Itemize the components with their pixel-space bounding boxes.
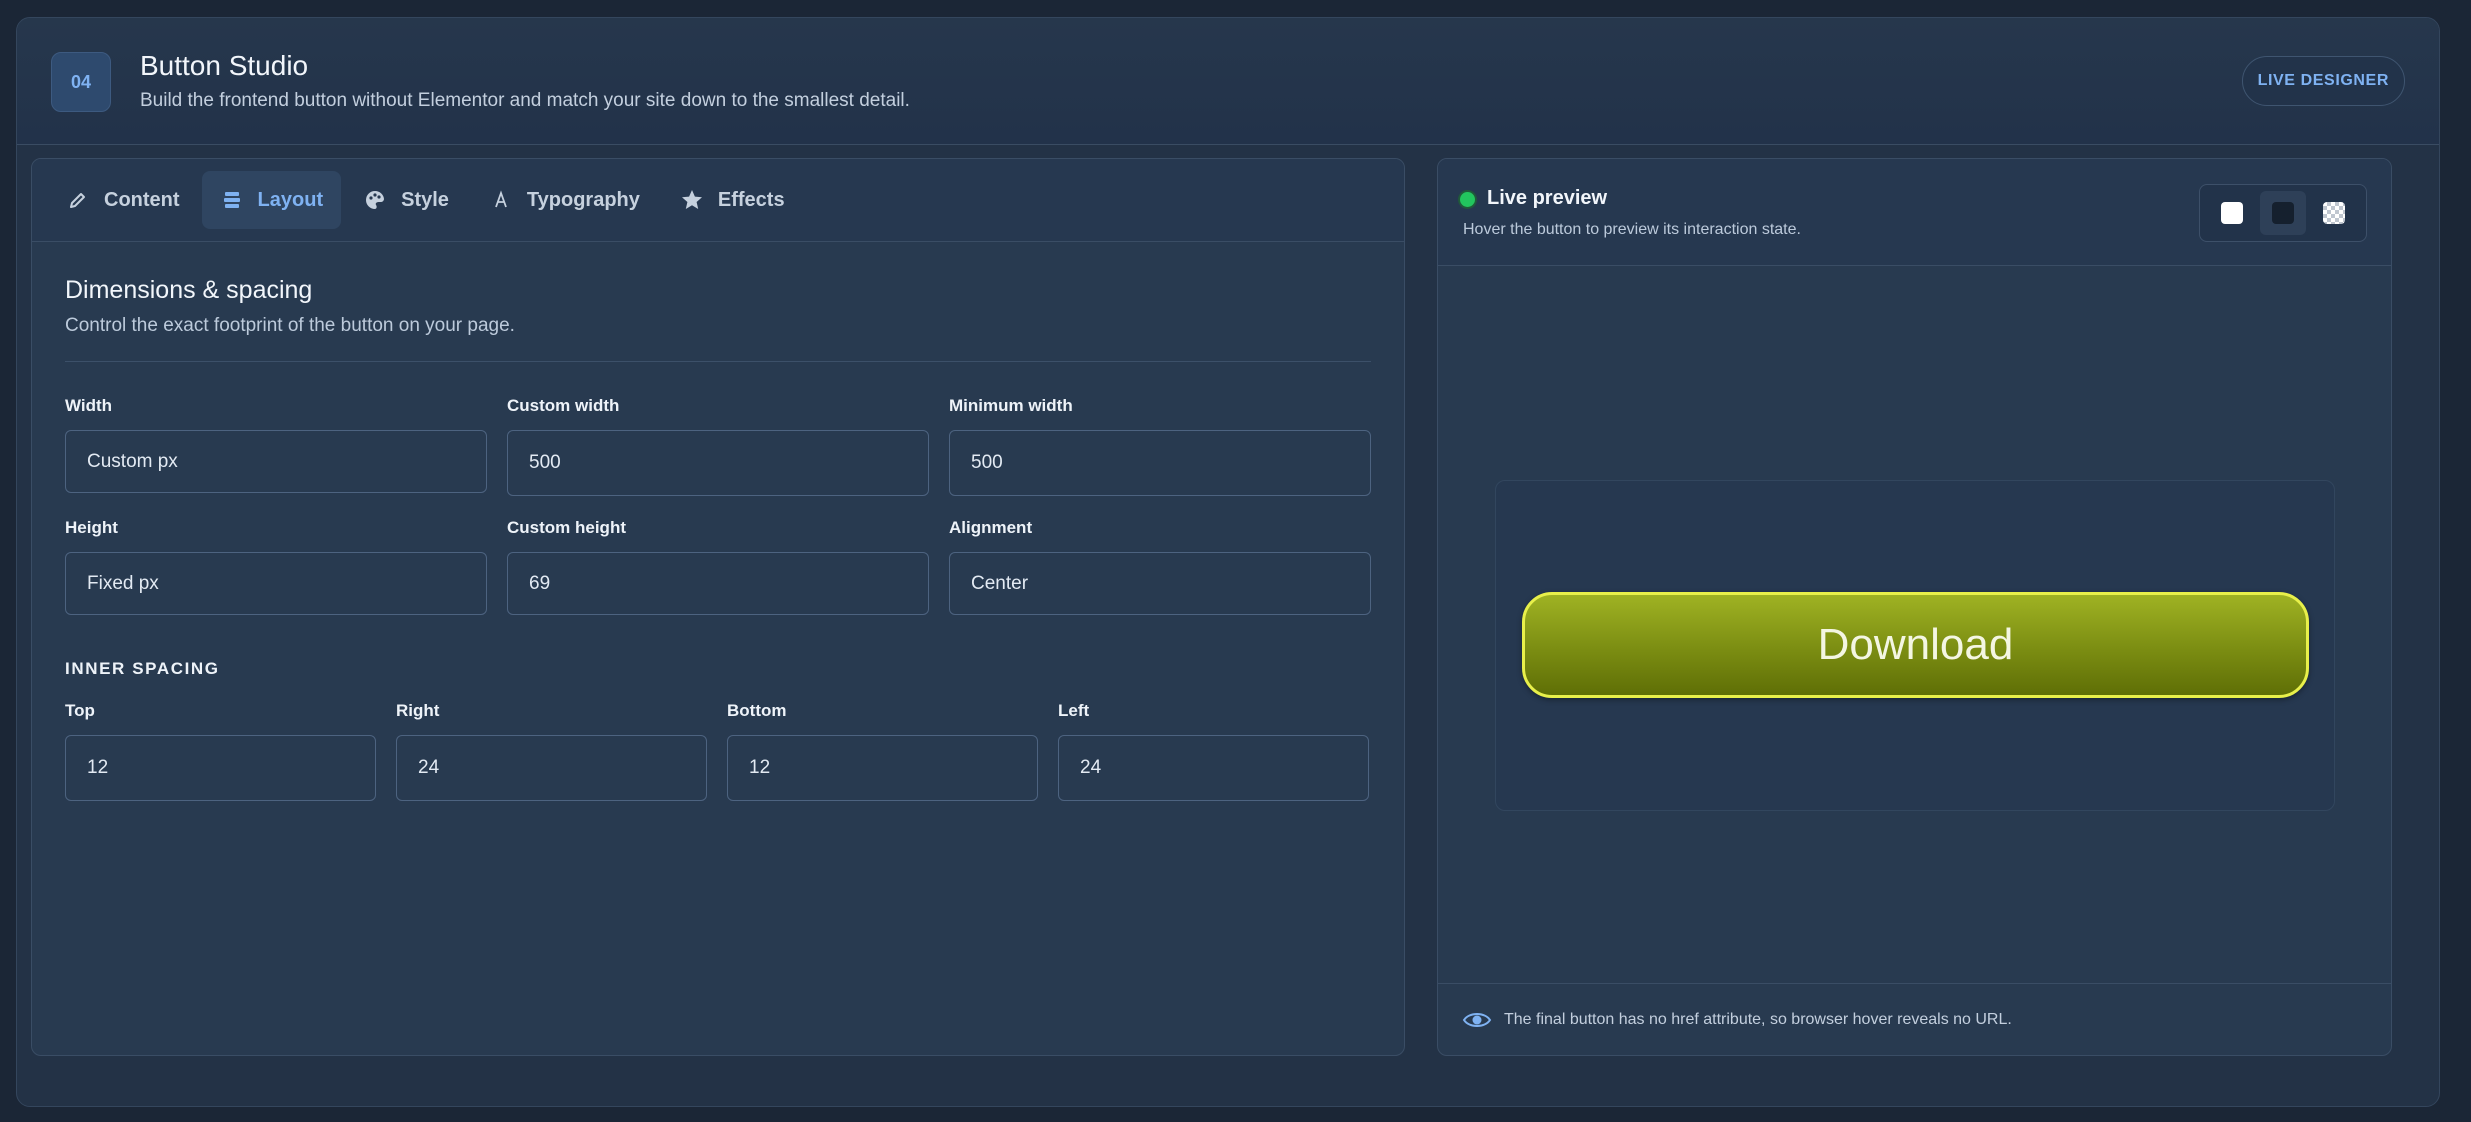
min-width-input[interactable]: 500: [949, 430, 1371, 496]
typography-icon: [489, 188, 513, 212]
tab-layout[interactable]: Layout: [201, 171, 342, 229]
custom-height-input[interactable]: 69: [507, 552, 929, 615]
preview-header: Live preview Hover the button to preview…: [1438, 159, 2391, 266]
padding-top-input[interactable]: 12: [65, 735, 376, 801]
width-select[interactable]: Custom px: [65, 430, 487, 493]
height-group: Height Fixed px: [65, 518, 487, 615]
min-width-label: Minimum width: [949, 396, 1073, 415]
section-title: Dimensions & spacing: [65, 276, 313, 304]
live-status-dot: [1460, 192, 1475, 207]
pencil-icon: [66, 188, 90, 212]
min-width-group: Minimum width 500: [949, 396, 1371, 496]
tab-effects-label: Effects: [717, 188, 785, 211]
padding-left-label: Left: [1058, 701, 1090, 720]
tab-typography[interactable]: Typography: [471, 171, 658, 229]
studio-header: 04 Button Studio Build the frontend butt…: [17, 18, 2439, 145]
bg-dark-button[interactable]: [2259, 191, 2306, 235]
step-badge: 04: [51, 52, 111, 112]
bg-transparent-button[interactable]: [2311, 191, 2357, 235]
background-switcher: [2199, 184, 2367, 242]
padding-right-input[interactable]: 24: [396, 735, 707, 801]
padding-left-input[interactable]: 24: [1058, 735, 1369, 801]
padding-right-group: Right 24: [396, 701, 707, 801]
alignment-select[interactable]: Center: [949, 552, 1371, 615]
padding-bottom-label: Bottom: [727, 701, 787, 720]
padding-top-group: Top 12: [65, 701, 376, 801]
width-group: Width Custom px: [65, 396, 487, 496]
custom-height-label: Custom height: [507, 518, 626, 537]
footer-note: The final button has no href attribute, …: [1504, 1010, 2012, 1028]
preview-panel: Live preview Hover the button to preview…: [1437, 158, 2392, 1056]
tab-effects[interactable]: Effects: [662, 171, 803, 229]
preview-title: Live preview: [1487, 187, 1608, 209]
palette-icon: [363, 188, 387, 212]
tab-layout-label: Layout: [257, 188, 324, 211]
tab-content-label: Content: [104, 188, 180, 211]
settings-tabs: Content Layout Style Typography Effects: [32, 159, 1404, 242]
bg-white-button[interactable]: [2209, 191, 2255, 235]
settings-panel: Content Layout Style Typography Effects: [31, 158, 1405, 1056]
padding-bottom-input[interactable]: 12: [727, 735, 1038, 801]
dark-swatch-icon: [2271, 202, 2294, 224]
live-designer-badge: LIVE DESIGNER: [2241, 56, 2405, 106]
preview-footer: The final button has no href attribute, …: [1438, 983, 2391, 1055]
custom-width-group: Custom width 500: [507, 396, 929, 496]
page-subtitle: Build the frontend button without Elemen…: [140, 90, 910, 111]
tab-typography-label: Typography: [526, 188, 640, 211]
preview-hint: Hover the button to preview its interact…: [1463, 221, 1801, 238]
tab-style[interactable]: Style: [345, 171, 467, 229]
inner-spacing-heading: INNER SPACING: [65, 659, 220, 678]
custom-height-group: Custom height 69: [507, 518, 929, 615]
alignment-group: Alignment Center: [949, 518, 1371, 615]
eye-icon: [1462, 1010, 1492, 1030]
section-description: Control the exact footprint of the butto…: [65, 315, 515, 336]
padding-bottom-group: Bottom 12: [727, 701, 1038, 801]
tab-content[interactable]: Content: [48, 171, 198, 229]
inner-spacing-grid: Top 12 Right 24 Bottom 12 Left 24: [65, 701, 1371, 801]
page-title: Button Studio: [140, 50, 309, 81]
layout-icon: [220, 188, 244, 212]
height-label: Height: [65, 518, 118, 537]
custom-width-label: Custom width: [507, 396, 620, 415]
checkerboard-swatch-icon: [2323, 202, 2346, 224]
alignment-label: Alignment: [949, 518, 1033, 537]
padding-right-label: Right: [396, 701, 440, 720]
dimensions-grid: Width Custom px Custom width 500 Minimum…: [65, 396, 1371, 615]
dimensions-section: Dimensions & spacing Control the exact f…: [32, 276, 1404, 801]
star-icon: [680, 188, 704, 212]
custom-width-input[interactable]: 500: [507, 430, 929, 496]
padding-left-group: Left 24: [1058, 701, 1369, 801]
section-divider: [65, 361, 1371, 362]
width-label: Width: [65, 396, 113, 415]
preview-stage: Download: [1495, 480, 2335, 811]
download-preview-button[interactable]: Download: [1522, 592, 2309, 698]
white-swatch-icon: [2220, 202, 2243, 224]
padding-top-label: Top: [65, 701, 95, 720]
height-select[interactable]: Fixed px: [65, 552, 487, 615]
tab-style-label: Style: [401, 188, 449, 211]
